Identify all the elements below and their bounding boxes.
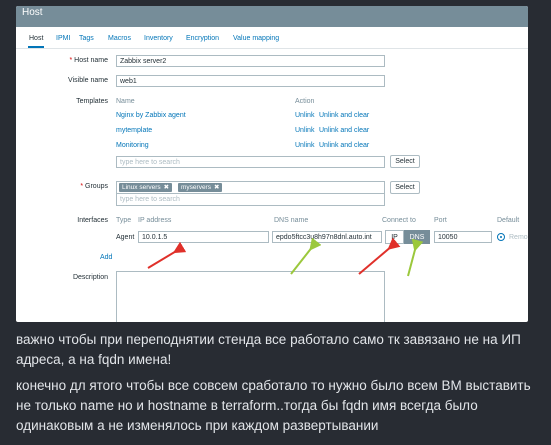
green-arrow-dns — [290, 237, 322, 275]
annotation-arrows — [147, 237, 424, 277]
red-arrow-ip — [147, 241, 187, 269]
chat-message: важно чтобы при переподнятии стенда все … — [16, 332, 521, 367]
red-arrow-ip-button — [358, 237, 401, 275]
chat-message: конечно дл ятого чтобы все совсем сработ… — [16, 378, 531, 433]
green-arrow-dns-button — [407, 238, 424, 277]
